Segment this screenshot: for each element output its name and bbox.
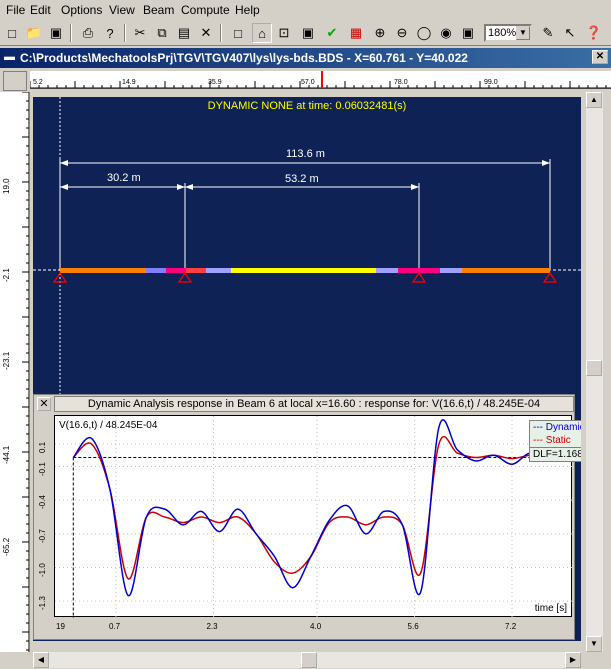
legend-dynamic: --- Dynamic	[533, 422, 581, 433]
dimension-left-span: 30.2 m	[107, 172, 141, 184]
menu-help[interactable]: Help	[235, 3, 260, 17]
document-icon: ▬	[4, 51, 15, 63]
scroll-thumb[interactable]	[586, 360, 602, 376]
paste-icon[interactable]: ▤	[174, 23, 194, 43]
y-tick-label: -0.4	[38, 495, 47, 510]
zoom-dropdown[interactable]: 180% ▼	[484, 24, 532, 42]
toolbar-separator	[70, 24, 72, 42]
colors-icon[interactable]: ▦	[346, 23, 366, 43]
help-icon[interactable]: ?	[100, 23, 120, 43]
zoom-value: 180%	[488, 27, 517, 39]
ruler-tick: 78.0	[394, 79, 408, 86]
zoom-out-icon[interactable]: ⊖	[392, 23, 412, 43]
x-tick-label: 0.7	[108, 622, 121, 631]
x-tick-label: 19	[56, 622, 65, 631]
zoom-in-icon[interactable]: ⊕	[370, 23, 390, 43]
ruler-tick: 99.0	[484, 79, 498, 86]
ruler-tick: -2.1	[2, 268, 11, 282]
chart-ylabel: V(16.6,t) / 48.245E-04	[59, 420, 158, 431]
cut-icon[interactable]: ✂	[130, 23, 150, 43]
toolbar: □ 📁 ▣ ⎙ ? ✂ ⧉ ▤ ✕ □ ⌂ ⊡ ▣ ✔ ▦ ⊕ ⊖ ◯ ◉ ▣ …	[0, 20, 611, 46]
y-tick-label: 0.1	[38, 441, 47, 454]
legend-dlf: DLF=1.168	[530, 447, 581, 461]
y-tick-label: -1.0	[38, 562, 47, 577]
response-chart[interactable]: V(16.6,t) / 48.245E-04 --- Dynamic --- S…	[54, 415, 581, 618]
scroll-down-icon[interactable]: ▼	[586, 636, 602, 652]
toolbar-separator	[220, 24, 222, 42]
new-file-icon[interactable]: □	[2, 23, 22, 43]
plot-title: Dynamic Analysis response in Beam 6 at l…	[54, 396, 574, 412]
support-icon[interactable]: ▣	[298, 23, 318, 43]
horizontal-scrollbar[interactable]: ◀ ▶	[33, 652, 581, 668]
ruler-tick: 35.9	[208, 79, 222, 86]
check-icon[interactable]: ✔	[322, 23, 342, 43]
close-icon[interactable]: ✕	[592, 50, 608, 64]
menu-edit[interactable]: Edit	[30, 3, 51, 17]
beam-drawing	[33, 97, 581, 397]
scroll-up-icon[interactable]: ▲	[586, 92, 602, 108]
zoom-window-icon[interactable]: ◯	[414, 23, 434, 43]
series-line-dynamic	[72, 419, 549, 597]
close-icon[interactable]: ✕	[37, 397, 51, 411]
chart-xlabel: time [s]	[534, 603, 567, 614]
ruler-tick: 5.2	[33, 79, 43, 86]
ruler-corner[interactable]	[3, 71, 27, 91]
zoom-fit-icon[interactable]: ◉	[436, 23, 456, 43]
ruler-tick: 14.9	[122, 79, 136, 86]
chevron-down-icon[interactable]: ▼	[516, 26, 530, 40]
open-folder-icon[interactable]: 📁	[24, 23, 44, 43]
chart-legend: --- Dynamic --- Static DLF=1.168	[529, 420, 581, 462]
menu-compute[interactable]: Compute	[181, 3, 230, 17]
y-axis: 0.1 -0.1 -0.4 -0.7 -1.0 -1.3	[36, 415, 54, 617]
vertical-scrollbar[interactable]: ▲ ▼	[586, 92, 603, 652]
pointer-icon[interactable]: ↖	[560, 23, 580, 43]
legend-static: --- Static	[533, 435, 571, 446]
ruler-tick: -65.2	[2, 537, 11, 556]
scroll-right-icon[interactable]: ▶	[565, 652, 581, 668]
print-icon[interactable]: ⎙	[78, 23, 98, 43]
vertical-ruler: 19.0 -2.1 -23.1 -44.1 -65.2	[0, 92, 30, 652]
beam-tool-icon[interactable]: ⌂	[252, 23, 272, 43]
context-help-icon[interactable]: ❓	[584, 23, 604, 43]
y-tick-label: -1.3	[38, 596, 47, 611]
x-axis: 19 0.7 2.3 4.0 5.6 7.2	[54, 618, 572, 638]
x-tick-label: 7.2	[505, 622, 517, 631]
x-tick-label: 2.3	[206, 622, 218, 631]
zoom-all-icon[interactable]: ▣	[458, 23, 478, 43]
x-tick-label: 4.0	[310, 622, 322, 631]
save-icon[interactable]: ▣	[46, 23, 66, 43]
delete-icon[interactable]: ✕	[196, 23, 216, 43]
menu-options[interactable]: Options	[61, 3, 102, 17]
beam-canvas[interactable]: DYNAMIC NONE at time: 0.06032481(s) 113.…	[33, 97, 581, 641]
y-tick-label: -0.1	[38, 461, 47, 476]
edit-chart-icon[interactable]: ✎	[538, 23, 558, 43]
ruler-tick: 19.0	[2, 178, 11, 194]
response-plot-panel: ✕ Dynamic Analysis response in Beam 6 at…	[33, 394, 581, 640]
menu-beam[interactable]: Beam	[143, 3, 174, 17]
ruler-tick: -44.1	[2, 445, 11, 464]
document-title: C:\Products\MechatoolsPrj\TGV\TGV407\lys…	[20, 51, 468, 65]
scroll-left-icon[interactable]: ◀	[33, 652, 49, 668]
horizontal-ruler: 5.2 14.9 35.9 57.0 78.0 99.0	[30, 71, 611, 89]
dimension-total: 113.6 m	[286, 148, 325, 160]
select-node-icon[interactable]: □	[228, 23, 248, 43]
menu-view[interactable]: View	[109, 3, 135, 17]
menu-bar: File Edit Options View Beam Compute Help	[0, 0, 611, 20]
scroll-thumb[interactable]	[301, 652, 317, 668]
menu-file[interactable]: File	[6, 3, 25, 17]
toolbar-separator	[124, 24, 126, 42]
ruler-tick: 57.0	[301, 79, 315, 86]
ruler-tick: -23.1	[2, 351, 11, 370]
x-tick-label: 5.6	[407, 622, 419, 631]
structure-icon[interactable]: ⊡	[274, 23, 294, 43]
dimension-mid-span: 53.2 m	[285, 173, 319, 185]
document-title-bar: ▬ C:\Products\MechatoolsPrj\TGV\TGV407\l…	[0, 48, 611, 68]
y-tick-label: -0.7	[38, 529, 47, 543]
copy-icon[interactable]: ⧉	[152, 23, 172, 43]
